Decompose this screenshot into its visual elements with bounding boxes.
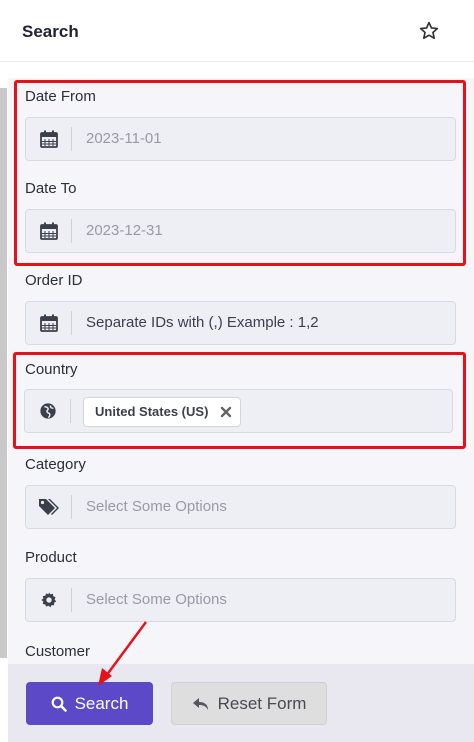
reset-form-button[interactable]: Reset Form [171,682,327,725]
search-icon [51,696,67,712]
order-id-placeholder: Separate IDs with (,) Example : 1,2 [86,314,319,331]
calendar-icon [26,302,71,344]
search-button[interactable]: Search [26,682,153,725]
date-range-highlight [14,80,466,266]
order-id-label: Order ID [25,272,83,289]
gear-icon [26,579,71,621]
star-outline-icon[interactable] [418,20,440,42]
field-divider [71,495,72,519]
order-id-input[interactable]: Separate IDs with (,) Example : 1,2 [25,301,456,345]
product-placeholder: Select Some Options [86,591,227,608]
field-divider [71,588,72,612]
panel-title: Search [22,22,79,41]
category-placeholder: Select Some Options [86,498,227,515]
product-select[interactable]: Select Some Options [25,578,456,622]
category-select[interactable]: Select Some Options [25,485,456,529]
undo-icon [192,697,208,710]
customer-label: Customer [25,643,91,660]
country-highlight [13,352,466,449]
search-button-label: Search [74,693,129,713]
category-label: Category [25,456,86,473]
field-divider [71,311,72,335]
product-label: Product [25,549,77,566]
tags-icon [26,486,71,528]
panel-header: Search [0,0,474,62]
reset-form-label: Reset Form [217,693,307,713]
scrollbar[interactable] [0,88,7,658]
